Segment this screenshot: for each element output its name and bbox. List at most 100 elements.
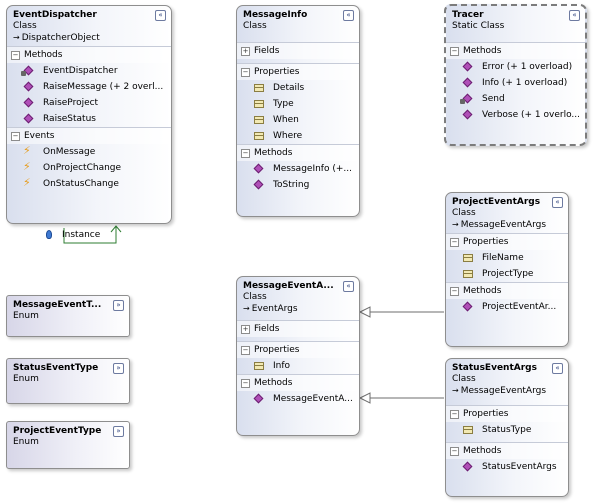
member-item[interactable]: StatusEventArgs (446, 459, 568, 475)
section-header[interactable]: + Fields (237, 43, 359, 59)
section-header[interactable]: − Methods (7, 47, 171, 63)
member-item[interactable]: Info (+ 1 overload) (446, 75, 585, 91)
collapse-section-icon[interactable]: − (241, 378, 250, 388)
expand-toggle-icon[interactable]: » (113, 300, 124, 311)
class-shape-message-event-args[interactable]: MessageEventA... Class → EventArgs « + Fie… (236, 276, 360, 436)
expand-section-icon[interactable]: + (241, 324, 250, 334)
collapse-toggle-icon[interactable]: « (569, 10, 580, 21)
expand-toggle-icon[interactable]: » (113, 426, 124, 437)
inheritance-arrowhead-project (358, 306, 371, 318)
section-header[interactable]: − Methods (446, 43, 585, 59)
section-properties: − Properties FileName ProjectType (446, 233, 568, 282)
member-item[interactable]: Error (+ 1 overload) (446, 59, 585, 75)
section-header[interactable]: − Properties (446, 234, 568, 250)
enum-shape-project-event-type[interactable]: ProjectEventType Enum » (6, 421, 130, 469)
class-shape-status-event-args[interactable]: StatusEventArgs Class → MessageEventArgs … (445, 358, 569, 497)
enum-name: MessageEventT... (13, 300, 102, 310)
section-header[interactable]: + Fields (237, 321, 359, 337)
property-icon (463, 253, 473, 263)
section-header[interactable]: − Properties (446, 406, 568, 422)
private-method-icon (460, 94, 473, 104)
collapse-section-icon[interactable]: − (11, 131, 20, 141)
member-item[interactable]: OnMessage (7, 144, 171, 160)
enum-kind: Enum (13, 437, 39, 447)
member-item[interactable]: Send (446, 91, 585, 107)
collapse-section-icon[interactable]: − (241, 67, 250, 77)
expand-section-icon[interactable]: + (241, 46, 250, 56)
method-icon (254, 394, 264, 404)
section-header[interactable]: − Methods (446, 283, 568, 299)
property-icon (254, 115, 264, 125)
enum-shape-status-event-type[interactable]: StatusEventType Enum » (6, 358, 130, 404)
section-methods: − Methods MessageInfo (+... ToString (237, 144, 359, 193)
collapse-section-icon[interactable]: − (450, 409, 459, 419)
collapse-section-icon[interactable]: − (11, 50, 20, 60)
base-class: → MessageEventArgs (452, 220, 547, 230)
member-item[interactable]: Verbose (+ 1 overlo... (446, 107, 585, 123)
member-item[interactable]: Type (237, 96, 359, 112)
member-item[interactable]: When (237, 112, 359, 128)
member-item[interactable]: ProjectEventAr... (446, 299, 568, 315)
section-header[interactable]: − Properties (237, 342, 359, 358)
section-methods: − Methods StatusEventArgs (446, 442, 568, 475)
inheritance-arrowhead-status (358, 392, 371, 404)
class-kind: Class (452, 374, 476, 384)
member-item[interactable]: FileName (446, 250, 568, 266)
inherits-arrow-icon: → (452, 386, 459, 395)
member-item[interactable]: RaiseStatus (7, 111, 171, 127)
member-item[interactable]: RaiseProject (7, 95, 171, 111)
collapse-toggle-icon[interactable]: « (155, 10, 166, 21)
collapse-section-icon[interactable]: − (450, 446, 459, 456)
collapse-toggle-icon[interactable]: « (343, 281, 354, 292)
property-icon (463, 269, 473, 279)
member-item[interactable]: MessageInfo (+... (237, 161, 359, 177)
section-header[interactable]: − Methods (446, 443, 568, 459)
member-item[interactable]: RaiseMessage (+ 2 overl... (7, 79, 171, 95)
section-header[interactable]: − Events (7, 128, 171, 144)
member-item[interactable]: MessageEventA... (237, 391, 359, 407)
inherits-arrow-icon: → (243, 304, 250, 313)
class-shape-event-dispatcher[interactable]: EventDispatcher Class → DispatcherObject … (6, 5, 172, 224)
event-icon (23, 144, 34, 157)
method-icon (254, 180, 264, 190)
enum-shape-message-event-type[interactable]: MessageEventT... Enum » (6, 295, 130, 337)
member-item[interactable]: OnProjectChange (7, 160, 171, 176)
class-kind: Class (243, 21, 267, 31)
section-fields: + Fields (237, 320, 359, 337)
association-label[interactable]: Instance (44, 230, 100, 240)
collapse-section-icon[interactable]: − (241, 148, 250, 158)
enum-name: ProjectEventType (13, 426, 102, 436)
method-icon (24, 114, 34, 124)
class-name: StatusEventArgs (452, 363, 537, 373)
class-shape-message-info[interactable]: MessageInfo Class « + Fields − Properties … (236, 5, 360, 217)
class-shape-tracer[interactable]: Tracer Static Class « − Methods Error (+ … (444, 4, 587, 146)
section-fields: + Fields (237, 42, 359, 59)
class-name: MessageEventA... (243, 281, 334, 291)
section-properties: − Properties StatusType (446, 405, 568, 438)
member-item[interactable]: Where (237, 128, 359, 144)
class-shape-project-event-args[interactable]: ProjectEventArgs Class → MessageEventArgs… (445, 192, 569, 347)
collapse-section-icon[interactable]: − (450, 237, 459, 247)
class-kind: Static Class (452, 21, 505, 31)
member-item[interactable]: ToString (237, 177, 359, 193)
base-class: → MessageEventArgs (452, 386, 547, 396)
collapse-toggle-icon[interactable]: « (552, 197, 563, 208)
member-item[interactable]: ProjectType (446, 266, 568, 282)
member-item[interactable]: Details (237, 80, 359, 96)
member-item[interactable]: StatusType (446, 422, 568, 438)
property-icon (254, 361, 264, 371)
collapse-section-icon[interactable]: − (241, 345, 250, 355)
member-item[interactable]: OnStatusChange (7, 176, 171, 192)
enum-kind: Enum (13, 311, 39, 321)
section-header[interactable]: − Methods (237, 145, 359, 161)
base-class: → EventArgs (243, 304, 298, 314)
collapse-section-icon[interactable]: − (450, 46, 459, 56)
collapse-section-icon[interactable]: − (450, 286, 459, 296)
collapse-toggle-icon[interactable]: « (343, 10, 354, 21)
collapse-toggle-icon[interactable]: « (552, 363, 563, 374)
section-header[interactable]: − Methods (237, 375, 359, 391)
section-header[interactable]: − Properties (237, 64, 359, 80)
member-item[interactable]: EventDispatcher (7, 63, 171, 79)
expand-toggle-icon[interactable]: » (113, 363, 124, 374)
member-item[interactable]: Info (237, 358, 359, 374)
